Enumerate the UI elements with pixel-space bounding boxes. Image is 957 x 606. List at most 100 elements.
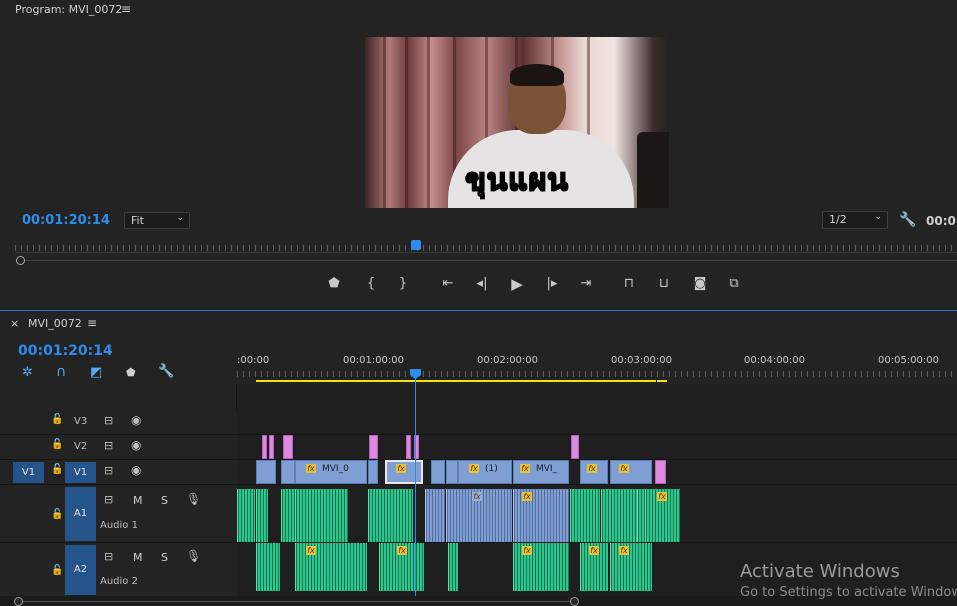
- audio-clip[interactable]: fx: [513, 543, 569, 591]
- audio-clip[interactable]: fx: [446, 489, 512, 542]
- scroll-right-handle[interactable]: [570, 597, 579, 606]
- lift-icon[interactable]: ⊓: [619, 276, 639, 292]
- microphone-icon[interactable]: 🎙: [186, 549, 201, 563]
- selected-video-clip[interactable]: fx: [385, 460, 423, 484]
- audio-clip[interactable]: [256, 489, 268, 542]
- audio-clip[interactable]: [601, 489, 637, 542]
- video-clip[interactable]: fx MVI_0: [295, 460, 367, 484]
- video-clip[interactable]: fx (1): [458, 460, 512, 484]
- video-clip[interactable]: [431, 460, 445, 484]
- snap-magnet-icon[interactable]: ∩: [56, 364, 66, 380]
- sync-lock-icon[interactable]: ⊟: [104, 464, 113, 477]
- mute-button[interactable]: M: [133, 551, 143, 564]
- track-lane-v1[interactable]: fx MVI_0 fx fx (1) fx MVI_ fx fx: [237, 460, 957, 485]
- eye-icon[interactable]: ◉: [131, 438, 141, 452]
- track-lane-v2[interactable]: [237, 435, 957, 460]
- export-frame-icon[interactable]: ◙: [690, 276, 710, 292]
- audio-clip[interactable]: fx: [379, 543, 424, 591]
- video-clip[interactable]: fx: [610, 460, 652, 484]
- sync-lock-icon[interactable]: ⊟: [104, 414, 113, 427]
- mute-button[interactable]: M: [133, 494, 143, 507]
- video-clip[interactable]: fx: [580, 460, 608, 484]
- lock-icon[interactable]: 🔓: [51, 464, 63, 475]
- audio-clip[interactable]: [368, 489, 413, 542]
- scrollbar-thumb[interactable]: [23, 601, 571, 602]
- audio-clip[interactable]: [448, 543, 458, 591]
- go-to-in-icon[interactable]: ⇤: [438, 276, 458, 292]
- audio-clip[interactable]: fx: [580, 543, 608, 591]
- zoom-scroll-handle[interactable]: [16, 256, 25, 265]
- program-time-ruler[interactable]: [15, 245, 957, 251]
- transition-clip[interactable]: [283, 435, 293, 459]
- audio-clip[interactable]: fx: [295, 543, 367, 591]
- nest-sequence-icon[interactable]: ✲: [22, 365, 33, 380]
- go-to-out-icon[interactable]: ⇥: [576, 276, 596, 292]
- add-marker-icon[interactable]: ⬟: [126, 366, 136, 379]
- step-forward-icon[interactable]: |▸: [542, 276, 562, 292]
- transition-clip[interactable]: [406, 435, 411, 459]
- lock-icon[interactable]: 🔓: [51, 565, 63, 576]
- timeline-timecode[interactable]: 00:01:20:14: [18, 343, 113, 359]
- sync-lock-icon[interactable]: ⊟: [104, 550, 113, 563]
- add-marker-icon[interactable]: ⬟: [324, 276, 344, 292]
- video-clip[interactable]: fx MVI_: [513, 460, 569, 484]
- sequence-tab[interactable]: MVI_0072: [28, 317, 82, 330]
- step-back-icon[interactable]: ◂|: [472, 276, 492, 292]
- audio-clip[interactable]: [295, 489, 348, 542]
- timeline-settings-wrench-icon[interactable]: 🔧: [158, 364, 174, 379]
- track-target-v1[interactable]: V1: [65, 462, 96, 483]
- audio-clip[interactable]: fx: [645, 489, 680, 542]
- panel-menu-icon[interactable]: ≡: [87, 316, 97, 330]
- resolution-dropdown[interactable]: 1/2 ⌄: [822, 211, 888, 229]
- audio-clip[interactable]: fx: [513, 489, 569, 542]
- audio-clip[interactable]: [237, 489, 255, 542]
- track-lane-a1[interactable]: fx fx fx: [237, 485, 957, 543]
- wrench-icon[interactable]: 🔧: [899, 212, 916, 228]
- source-patch-v1[interactable]: V1: [13, 462, 44, 483]
- solo-button[interactable]: S: [161, 494, 168, 507]
- audio-clip[interactable]: [637, 489, 645, 542]
- linked-selection-icon[interactable]: ◩: [90, 365, 102, 380]
- track-name-audio-2[interactable]: Audio 2: [100, 576, 138, 587]
- eye-icon[interactable]: ◉: [131, 463, 141, 477]
- track-target-a1[interactable]: A1: [65, 487, 96, 541]
- lock-icon[interactable]: 🔓: [51, 439, 63, 450]
- track-label-v3[interactable]: V3: [74, 416, 87, 427]
- mark-out-icon[interactable]: }: [393, 276, 413, 292]
- track-lane-v3[interactable]: [237, 410, 957, 435]
- transition-clip[interactable]: [269, 435, 274, 459]
- work-area-bar[interactable]: [256, 380, 656, 382]
- program-playhead[interactable]: [411, 240, 421, 250]
- timeline-ruler[interactable]: :00:00 00:01:00:00 00:02:00:00 00:03:00:…: [237, 349, 957, 383]
- transition-clip[interactable]: [571, 435, 579, 459]
- program-monitor-title[interactable]: Program: MVI_0072: [15, 3, 122, 16]
- lock-icon[interactable]: 🔓: [51, 414, 63, 425]
- track-target-a2[interactable]: A2: [65, 545, 96, 595]
- microphone-icon[interactable]: 🎙: [186, 492, 201, 506]
- work-area-bar-end[interactable]: [657, 380, 667, 382]
- sync-lock-icon[interactable]: ⊟: [104, 493, 113, 506]
- video-clip[interactable]: [368, 460, 378, 484]
- audio-clip[interactable]: [256, 543, 280, 591]
- panel-menu-icon[interactable]: ≡: [121, 2, 131, 16]
- track-name-audio-1[interactable]: Audio 1: [100, 520, 138, 531]
- scroll-left-handle[interactable]: [14, 597, 23, 606]
- video-clip[interactable]: [256, 460, 276, 484]
- comparison-view-icon[interactable]: ⧉: [724, 276, 744, 292]
- audio-clip[interactable]: [281, 489, 295, 542]
- eye-icon[interactable]: ◉: [131, 413, 141, 427]
- video-clip[interactable]: [281, 460, 295, 484]
- lock-icon[interactable]: 🔓: [51, 509, 63, 520]
- extract-icon[interactable]: ⊔: [654, 276, 674, 292]
- track-label-v2[interactable]: V2: [74, 441, 87, 452]
- program-timecode[interactable]: 00:01:20:14: [22, 213, 110, 228]
- play-icon[interactable]: ▶: [507, 276, 527, 292]
- transition-clip[interactable]: [369, 435, 378, 459]
- transition-clip[interactable]: [262, 435, 267, 459]
- audio-clip[interactable]: fx: [610, 543, 652, 591]
- mark-in-icon[interactable]: {: [361, 276, 381, 292]
- close-icon[interactable]: ×: [10, 317, 19, 330]
- solo-button[interactable]: S: [161, 551, 168, 564]
- transition-clip[interactable]: [655, 460, 666, 484]
- video-clip[interactable]: [446, 460, 458, 484]
